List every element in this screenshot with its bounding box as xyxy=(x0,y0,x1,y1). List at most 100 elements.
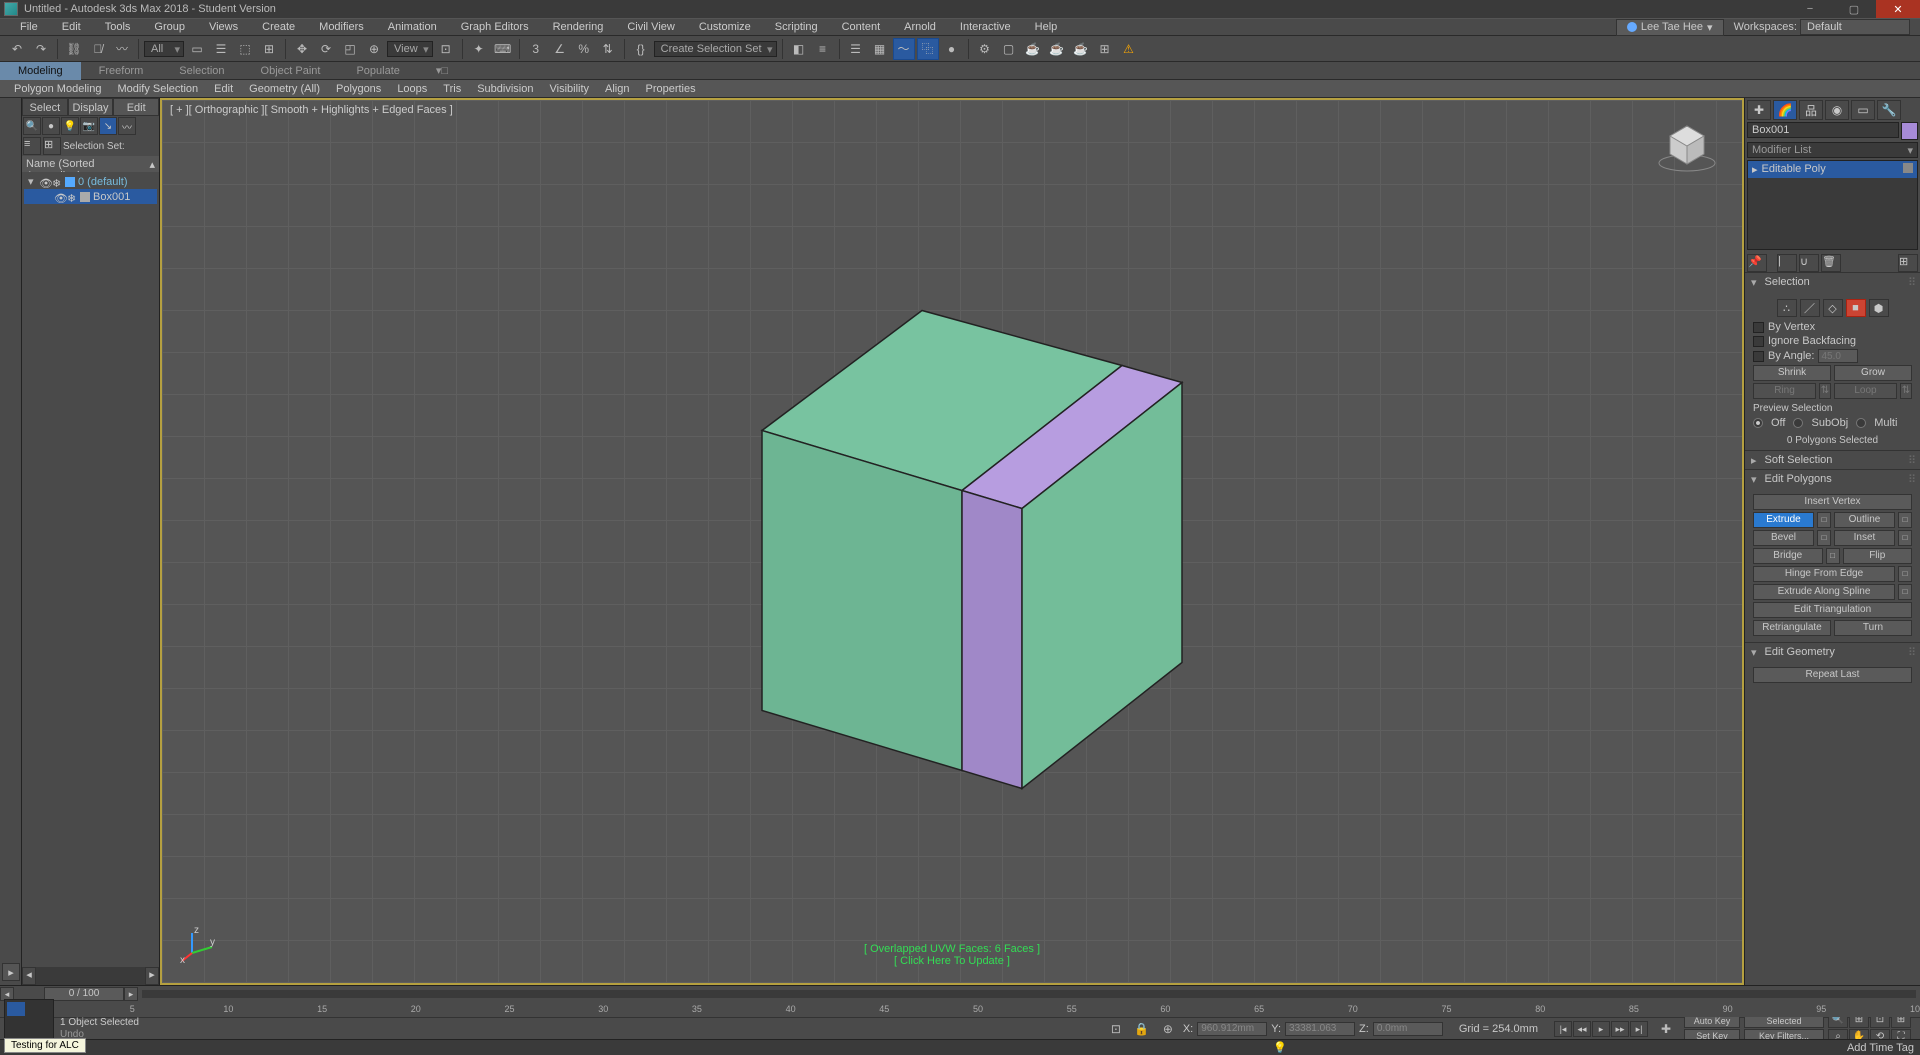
close-button[interactable]: ✕ xyxy=(1876,0,1920,18)
stack-item-editable-poly[interactable]: ▸ Editable Poly xyxy=(1748,161,1917,178)
viewport-overlay[interactable]: [ Overlapped UVW Faces: 6 Faces ] [ Clic… xyxy=(864,943,1040,967)
explorer-scrollbar[interactable] xyxy=(36,967,145,985)
shrink-button[interactable]: Shrink xyxy=(1753,365,1831,381)
select-by-name-button[interactable]: ☰ xyxy=(210,38,232,60)
menu-grapheditors[interactable]: Graph Editors xyxy=(449,18,541,36)
time-slider[interactable]: ◂ 0 / 100 ▸ xyxy=(0,986,1920,1002)
undo-button[interactable]: ↶ xyxy=(6,38,28,60)
cmd-tab-create[interactable]: ✚ xyxy=(1747,100,1771,120)
timeslider-track[interactable] xyxy=(142,990,1916,998)
warning-icon[interactable]: ⚠ xyxy=(1118,38,1140,60)
modifier-stack[interactable]: ▸ Editable Poly xyxy=(1747,160,1918,250)
subobj-edge[interactable]: ／ xyxy=(1800,299,1820,317)
byangle-checkbox[interactable] xyxy=(1753,351,1764,362)
timeslider-next[interactable]: ▸ xyxy=(124,987,138,1001)
cmd-tab-hierarchy[interactable]: 品 xyxy=(1799,100,1823,120)
menu-create[interactable]: Create xyxy=(250,18,307,36)
use-pivot-button[interactable]: ⊡ xyxy=(435,38,457,60)
bridge-settings-button[interactable]: □ xyxy=(1826,548,1840,564)
time-ruler[interactable]: 0510152025303540455055606570758085909510… xyxy=(6,1002,1920,1018)
percent-snap-button[interactable]: % xyxy=(573,38,595,60)
turn-button[interactable]: Turn xyxy=(1834,620,1912,636)
timeslider-frame[interactable]: 0 / 100 xyxy=(44,987,124,1001)
subtab-polygons[interactable]: Polygons xyxy=(328,83,389,95)
make-unique-button[interactable]: ∪ xyxy=(1799,254,1819,272)
subtab-tris[interactable]: Tris xyxy=(435,83,469,95)
manipulate-button[interactable]: ✦ xyxy=(468,38,490,60)
layer-explorer-button[interactable]: ☰ xyxy=(845,38,867,60)
extrude-spline-settings-button[interactable]: □ xyxy=(1898,584,1912,600)
workspace-dropdown[interactable] xyxy=(1800,19,1910,35)
pin-stack-button[interactable]: 📌 xyxy=(1747,254,1767,272)
viewport-layout-button[interactable] xyxy=(4,999,54,1039)
selection-lock-icon[interactable]: 🔒 xyxy=(1131,1018,1153,1040)
unlink-button[interactable]: ⛓̸ xyxy=(87,38,109,60)
menu-help[interactable]: Help xyxy=(1023,18,1070,36)
cmd-tab-utilities[interactable]: 🔧 xyxy=(1877,100,1901,120)
subtab-edit[interactable]: Edit xyxy=(206,83,241,95)
ribbon-overflow-button[interactable]: ▾□ xyxy=(418,62,466,80)
explorer-spacewarps-button[interactable]: 〰 xyxy=(118,117,136,135)
tree-row-root[interactable]: ▾👁❄ 0 (default) xyxy=(24,174,157,189)
scale-button[interactable]: ◰ xyxy=(339,38,361,60)
menu-edit[interactable]: Edit xyxy=(50,18,93,36)
menu-file[interactable]: File xyxy=(8,18,50,36)
add-time-tag-button[interactable]: Add Time Tag xyxy=(1847,1042,1914,1054)
absolute-mode-button[interactable]: ⊕ xyxy=(1157,1018,1179,1040)
extrude-button[interactable]: Extrude xyxy=(1753,512,1814,528)
explorer-tab-edit[interactable]: Edit xyxy=(113,98,159,116)
snap-3-button[interactable]: 3 xyxy=(525,38,547,60)
select-object-button[interactable]: ▭ xyxy=(186,38,208,60)
cmd-tab-display[interactable]: ▭ xyxy=(1851,100,1875,120)
rollout-selection[interactable]: Selection⠿ xyxy=(1745,273,1920,291)
stack-toggle-icon[interactable] xyxy=(1903,163,1913,173)
move-button[interactable]: ✥ xyxy=(291,38,313,60)
configure-sets-button[interactable]: ⊞ xyxy=(1898,254,1918,272)
rendered-frame-button[interactable]: ▢ xyxy=(998,38,1020,60)
subtab-loops[interactable]: Loops xyxy=(389,83,435,95)
render-production-button[interactable]: ☕ xyxy=(1022,38,1044,60)
subtab-properties[interactable]: Properties xyxy=(637,83,703,95)
play-button[interactable]: ▸ xyxy=(1592,1021,1610,1037)
angle-snap-button[interactable]: ∠ xyxy=(549,38,571,60)
object-color-swatch[interactable] xyxy=(1901,122,1918,140)
rollout-edit-polygons[interactable]: Edit Polygons⠿ xyxy=(1745,470,1920,488)
next-frame-button[interactable]: ▸▸ xyxy=(1611,1021,1629,1037)
hinge-from-edge-button[interactable]: Hinge From Edge xyxy=(1753,566,1895,582)
z-coord-input[interactable] xyxy=(1373,1022,1443,1036)
menu-tools[interactable]: Tools xyxy=(93,18,143,36)
show-end-result-button[interactable]: | xyxy=(1777,254,1797,272)
curve-editor-button[interactable]: 〜 xyxy=(893,38,915,60)
menu-content[interactable]: Content xyxy=(830,18,893,36)
tab-selection[interactable]: Selection xyxy=(161,62,242,80)
goto-end-button[interactable]: ▸| xyxy=(1630,1021,1648,1037)
hinge-settings-button[interactable]: □ xyxy=(1898,566,1912,582)
explorer-tab-select[interactable]: Select xyxy=(22,98,68,116)
inset-settings-button[interactable]: □ xyxy=(1898,530,1912,546)
inset-button[interactable]: Inset xyxy=(1834,530,1895,546)
ref-coord-dropdown[interactable]: View xyxy=(387,41,433,57)
explorer-selset-add-button[interactable]: ⊞ xyxy=(43,137,61,155)
subtab-align[interactable]: Align xyxy=(597,83,637,95)
maximize-button[interactable]: ▢ xyxy=(1832,0,1876,18)
subtab-geometryall[interactable]: Geometry (All) xyxy=(241,83,328,95)
isolate-toggle-icon[interactable]: 💡 xyxy=(1273,1041,1287,1054)
material-editor-button[interactable]: ● xyxy=(941,38,963,60)
selection-filter-dropdown[interactable]: All xyxy=(144,41,184,57)
align-button[interactable]: ≡ xyxy=(812,38,834,60)
repeat-last-button[interactable]: Repeat Last xyxy=(1753,667,1912,683)
tab-populate[interactable]: Populate xyxy=(338,62,417,80)
modifier-list-dropdown[interactable]: Modifier List xyxy=(1747,142,1918,158)
render-activeshade-button[interactable]: ☕ xyxy=(1070,38,1092,60)
explorer-tab-display[interactable]: Display xyxy=(68,98,114,116)
explorer-selset-icon[interactable]: ≡ xyxy=(23,137,41,155)
mirror-button[interactable]: ◧ xyxy=(788,38,810,60)
viewport-label[interactable]: [ + ][ Orthographic ][ Smooth + Highligh… xyxy=(170,104,453,116)
viewcube[interactable] xyxy=(1652,108,1722,178)
rollout-edit-geometry[interactable]: Edit Geometry⠿ xyxy=(1745,643,1920,661)
create-selection-set-dropdown[interactable]: Create Selection Set xyxy=(654,41,777,57)
viewport[interactable]: [ + ][ Orthographic ][ Smooth + Highligh… xyxy=(160,98,1744,985)
menu-group[interactable]: Group xyxy=(142,18,197,36)
edit-triangulation-button[interactable]: Edit Triangulation xyxy=(1753,602,1912,618)
rotate-button[interactable]: ⟳ xyxy=(315,38,337,60)
